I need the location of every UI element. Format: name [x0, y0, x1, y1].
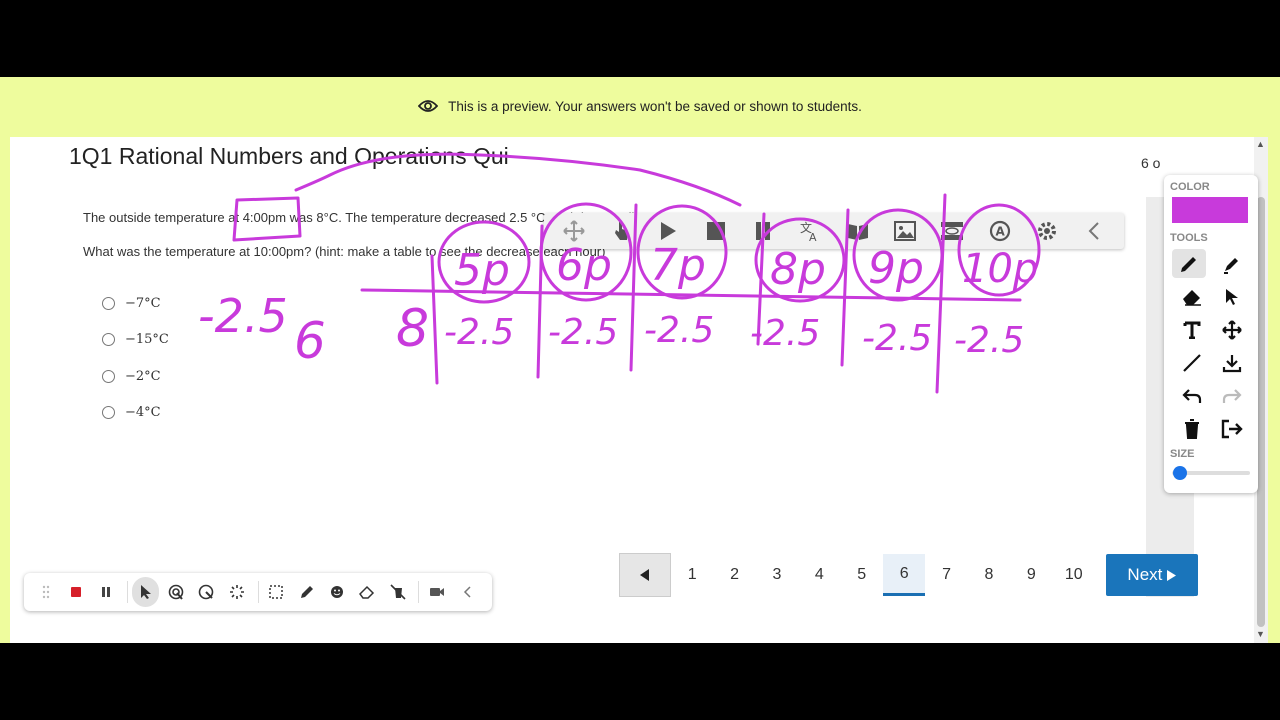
- recording-toolbar: [24, 573, 492, 611]
- reader-toolbar: 文A A: [544, 213, 1124, 249]
- trash-icon[interactable]: [1172, 412, 1212, 445]
- scroll-down-icon[interactable]: ▼: [1256, 629, 1265, 639]
- collapse-chevron-icon[interactable]: [454, 577, 481, 607]
- page-number-button[interactable]: 7: [925, 554, 967, 596]
- divider: [257, 581, 259, 603]
- camera-icon[interactable]: [423, 577, 450, 607]
- page-number-button[interactable]: 5: [841, 554, 883, 596]
- spotlight-icon[interactable]: [162, 577, 189, 607]
- next-button-label: Next: [1127, 565, 1163, 584]
- page-number-button[interactable]: 2: [713, 554, 755, 596]
- play-icon[interactable]: [655, 218, 681, 244]
- quiz-stage: This is a preview. Your answers won't be…: [0, 77, 1280, 643]
- radio-button[interactable]: [102, 369, 115, 383]
- hand-pointer-icon[interactable]: [608, 218, 634, 244]
- scroll-up-icon[interactable]: ▲: [1256, 139, 1265, 149]
- svg-text:A: A: [995, 225, 1005, 239]
- previous-page-button[interactable]: [619, 553, 671, 597]
- page-number-button[interactable]: 10: [1053, 554, 1095, 596]
- drag-handle-icon[interactable]: [32, 577, 59, 607]
- picture-dictionary-icon[interactable]: [892, 218, 918, 244]
- download-icon[interactable]: [1212, 346, 1252, 379]
- clear-all-icon[interactable]: [384, 577, 411, 607]
- move-icon[interactable]: [561, 218, 587, 244]
- sparkle-cursor-icon[interactable]: [223, 577, 250, 607]
- select-pointer-icon[interactable]: [1212, 280, 1252, 313]
- pen-draw-icon[interactable]: [293, 577, 320, 607]
- size-label: SIZE: [1170, 448, 1195, 460]
- dictionary-icon[interactable]: [845, 218, 871, 244]
- quiz-content: 1Q1 Rational Numbers and Operations Qui …: [10, 137, 1254, 643]
- current-page-button[interactable]: 6: [882, 554, 926, 596]
- stop-icon[interactable]: [703, 218, 729, 244]
- undo-icon[interactable]: [1172, 379, 1212, 412]
- page-number-button[interactable]: 3: [756, 554, 798, 596]
- annotation-panel: COLOR TOOLS SIZE: [1164, 175, 1258, 493]
- line-tool-icon[interactable]: [1172, 346, 1212, 379]
- preview-text: This is a preview. Your answers won't be…: [448, 98, 862, 114]
- redo-icon[interactable]: [1212, 379, 1252, 412]
- chevron-left-icon[interactable]: [1081, 218, 1107, 244]
- next-button[interactable]: Next: [1105, 554, 1198, 596]
- text-tool-icon[interactable]: [1172, 313, 1212, 346]
- scroll-thumb[interactable]: [1257, 197, 1265, 627]
- size-slider-thumb[interactable]: [1173, 466, 1187, 480]
- screen-mask-icon[interactable]: [939, 218, 965, 244]
- answer-option[interactable]: −4°C: [102, 395, 169, 432]
- quiz-title: 1Q1 Rational Numbers and Operations Qui: [69, 143, 509, 169]
- radio-button[interactable]: [102, 406, 115, 420]
- tool-grid: [1172, 247, 1252, 445]
- text-help-icon[interactable]: A: [987, 218, 1013, 244]
- translate-icon[interactable]: 文A: [797, 218, 823, 244]
- eraser-icon[interactable]: [1172, 280, 1212, 313]
- radio-button[interactable]: [102, 296, 115, 310]
- pause-recording-icon[interactable]: [93, 577, 120, 607]
- answer-option[interactable]: −2°C: [102, 358, 169, 395]
- pagination: 1 2 3 4 5 6 7 8 9 10 Next: [619, 553, 1198, 597]
- answer-options: −7°C −15°C −2°C −4°C: [102, 285, 169, 431]
- exit-icon[interactable]: [1212, 412, 1252, 445]
- page-number-button[interactable]: 4: [798, 554, 840, 596]
- highlighter-icon[interactable]: [1212, 247, 1252, 280]
- answer-option[interactable]: −7°C: [102, 285, 169, 322]
- page-count: 6 o: [1141, 155, 1161, 171]
- divider: [418, 581, 420, 603]
- eye-icon: [418, 100, 439, 112]
- emoji-icon[interactable]: [323, 577, 350, 607]
- radio-button[interactable]: [102, 333, 115, 347]
- gear-icon[interactable]: [1034, 218, 1060, 244]
- cursor-icon[interactable]: [132, 577, 160, 607]
- page-number-button[interactable]: 8: [968, 554, 1010, 596]
- pause-icon[interactable]: [750, 218, 776, 244]
- tools-label: TOOLS: [1170, 232, 1208, 244]
- divider: [127, 581, 129, 603]
- answer-option[interactable]: −15°C: [102, 322, 169, 359]
- page-number-button[interactable]: 1: [671, 554, 713, 596]
- page-number-button[interactable]: 9: [1010, 554, 1052, 596]
- click-highlight-icon[interactable]: [193, 577, 220, 607]
- selection-icon[interactable]: [262, 577, 289, 607]
- eraser-icon[interactable]: [354, 577, 381, 607]
- move-tool-icon[interactable]: [1212, 313, 1252, 346]
- stop-recording-icon[interactable]: [62, 577, 89, 607]
- pen-icon[interactable]: [1172, 249, 1206, 278]
- color-label: COLOR: [1170, 181, 1210, 193]
- preview-banner: This is a preview. Your answers won't be…: [0, 77, 1280, 135]
- color-swatch[interactable]: [1172, 197, 1248, 223]
- svg-text:A: A: [809, 231, 817, 242]
- question-prompt: What was the temperature at 10:00pm? (hi…: [83, 244, 606, 259]
